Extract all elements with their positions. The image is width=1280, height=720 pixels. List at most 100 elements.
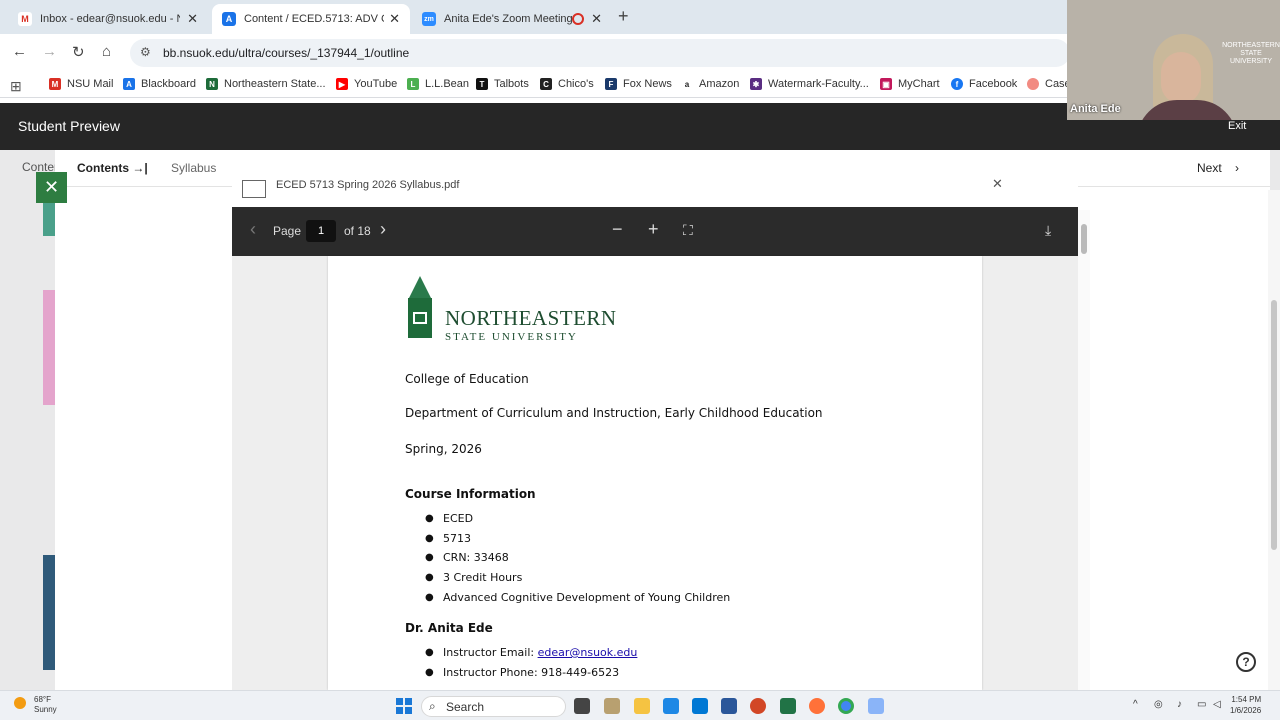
firefox-icon[interactable]	[809, 698, 825, 714]
mychart-icon: ▣	[880, 78, 892, 90]
tab-inbox[interactable]: M Inbox - edear@nsuok.edu - NS ✕	[8, 4, 208, 34]
page-number-input[interactable]: 1	[306, 220, 336, 242]
forward-icon[interactable]: →	[42, 43, 57, 60]
watermark-icon: ✱	[750, 78, 762, 90]
next-page-icon[interactable]: ›	[380, 219, 386, 240]
pdf-scrollbar[interactable]	[1078, 210, 1090, 690]
exit-preview-button[interactable]: Exit	[1228, 120, 1246, 132]
talbots-icon: T	[476, 78, 488, 90]
close-panel-button[interactable]: ✕	[36, 172, 67, 203]
case-icon	[1027, 78, 1039, 90]
close-tab-icon[interactable]: ✕	[187, 11, 198, 27]
college-name: College of Education	[405, 372, 529, 386]
app-icon[interactable]	[604, 698, 620, 714]
task-view-icon[interactable]	[574, 698, 590, 714]
file-name: ECED 5713 Spring 2026 Syllabus.pdf	[276, 179, 460, 191]
weather-condition: Sunny	[34, 705, 57, 714]
word-icon[interactable]	[721, 698, 737, 714]
bookmark-youtube[interactable]: ▶ YouTube	[336, 78, 397, 90]
previous-page-icon[interactable]: ‹	[250, 219, 256, 240]
new-tab-button[interactable]: +	[618, 6, 629, 27]
department-name: Department of Curriculum and Instruction…	[405, 406, 823, 420]
help-icon[interactable]: ?	[1236, 652, 1256, 672]
chicos-icon: C	[540, 78, 552, 90]
tray-chevron-icon[interactable]: ^	[1133, 699, 1138, 710]
participant-name: Anita Ede	[1070, 103, 1121, 115]
bookmark-talbots[interactable]: T Talbots	[476, 78, 529, 90]
list-item: Instructor Email: edear@nsuok.edu	[443, 646, 638, 659]
close-file-icon[interactable]: ✕	[992, 176, 1003, 192]
bookmark-chicos[interactable]: C Chico's	[540, 78, 594, 90]
email-link[interactable]: edear@nsuok.edu	[538, 646, 638, 659]
site-info-icon[interactable]: ⚙	[140, 45, 151, 59]
apps-grid-icon[interactable]: ⊞	[10, 78, 22, 95]
system-clock[interactable]: 1:54 PM 1/6/2026	[1230, 694, 1261, 716]
bookmark-blackboard[interactable]: A Blackboard	[123, 78, 196, 90]
next-button[interactable]: Next ›	[1197, 161, 1239, 175]
pdf-viewport[interactable]: Northeastern State University College of…	[232, 256, 1078, 690]
powerpoint-icon[interactable]	[750, 698, 766, 714]
bookmark-case[interactable]: Case	[1027, 78, 1071, 90]
search-label: Search	[446, 700, 485, 714]
tab-title: Anita Ede's Zoom Meeting	[444, 13, 573, 25]
excel-icon[interactable]	[780, 698, 796, 714]
bookmark-llbean[interactable]: L L.L.Bean	[407, 78, 469, 90]
microphone-icon[interactable]: ♪	[1177, 699, 1182, 710]
pdf-toolbar: ‹ Page 1 of 18 › − + ⛶ ⤓	[232, 207, 1078, 256]
url-bar[interactable]: ⚙ bb.nsuok.edu/ultra/courses/_137944_1/o…	[130, 39, 1070, 67]
close-tab-icon[interactable]: ✕	[591, 11, 602, 27]
bookmark-watermark[interactable]: ✱ Watermark-Faculty...	[750, 78, 869, 90]
close-tab-icon[interactable]: ✕	[389, 11, 400, 27]
scrollbar-thumb[interactable]	[1081, 224, 1087, 254]
snipping-tool-icon[interactable]	[868, 698, 884, 714]
course-thumbnail	[43, 555, 55, 670]
weather-widget[interactable]: 68°F Sunny	[14, 695, 57, 715]
scrollbar-thumb[interactable]	[1271, 300, 1277, 550]
university-logo-text: Northeastern State University	[445, 306, 617, 343]
llbean-icon: L	[407, 78, 419, 90]
display-icon[interactable]: ▭	[1197, 699, 1206, 710]
download-icon[interactable]: ⤓	[1045, 222, 1051, 239]
zoom-out-icon[interactable]: −	[612, 219, 623, 240]
bookmark-facebook[interactable]: f Facebook	[951, 78, 1017, 90]
page-scrollbar[interactable]	[1268, 190, 1280, 690]
bookmark-northeastern[interactable]: N Northeastern State...	[206, 78, 326, 90]
zoom-icon: zm	[422, 12, 436, 26]
store-icon[interactable]	[663, 698, 679, 714]
bookmark-fox-news[interactable]: F Fox News	[605, 78, 672, 90]
recording-icon	[572, 13, 584, 25]
file-header: ECED 5713 Spring 2026 Syllabus.pdf ✕	[232, 176, 1078, 208]
document-icon	[242, 180, 266, 198]
zoom-video-tile[interactable]: NORTHEASTERN STATE UNIVERSITY Anita Ede	[1067, 0, 1280, 120]
youtube-icon: ▶	[336, 78, 348, 90]
dell-icon[interactable]	[692, 698, 708, 714]
volume-icon[interactable]: ◁	[1213, 699, 1221, 710]
bookmark-amazon[interactable]: a Amazon	[681, 78, 739, 90]
file-explorer-icon[interactable]	[634, 698, 650, 714]
tab-contents[interactable]: Contents →|	[77, 161, 148, 175]
tab-syllabus[interactable]: Syllabus	[171, 161, 216, 175]
reload-icon[interactable]: ↻	[72, 43, 85, 61]
bookmark-mychart[interactable]: ▣ MyChart	[880, 78, 940, 90]
fullscreen-icon[interactable]: ⛶	[683, 222, 693, 239]
chrome-icon[interactable]	[838, 698, 854, 714]
tab-content[interactable]: A Content / ECED.5713: ADV COG ✕	[212, 4, 410, 34]
bullet: ●	[425, 572, 434, 583]
list-item: ECED	[443, 512, 474, 525]
taskbar-search[interactable]: ⌕ Search	[421, 696, 566, 717]
amazon-icon: a	[681, 78, 693, 90]
back-icon[interactable]: ←	[12, 43, 27, 60]
windows-start-icon[interactable]	[396, 698, 412, 714]
facebook-icon: f	[951, 78, 963, 90]
windows-taskbar: 68°F Sunny ⌕ Search ^ ◎ ♪ ▭ ◁ 1:54 PM 1/…	[0, 690, 1280, 720]
tab-zoom[interactable]: zm Anita Ede's Zoom Meeting ✕	[412, 4, 612, 34]
zoom-in-icon[interactable]: +	[648, 219, 659, 240]
collapse-icon: →|	[132, 161, 148, 175]
home-icon[interactable]: ⌂	[102, 43, 111, 60]
bookmark-nsu-mail[interactable]: M NSU Mail	[49, 78, 113, 90]
nsu-logo-icon	[408, 276, 432, 338]
bullet: ●	[425, 533, 434, 544]
bullet: ●	[425, 592, 434, 603]
instructor-heading: Dr. Anita Ede	[405, 621, 493, 635]
network-icon[interactable]: ◎	[1154, 699, 1163, 710]
